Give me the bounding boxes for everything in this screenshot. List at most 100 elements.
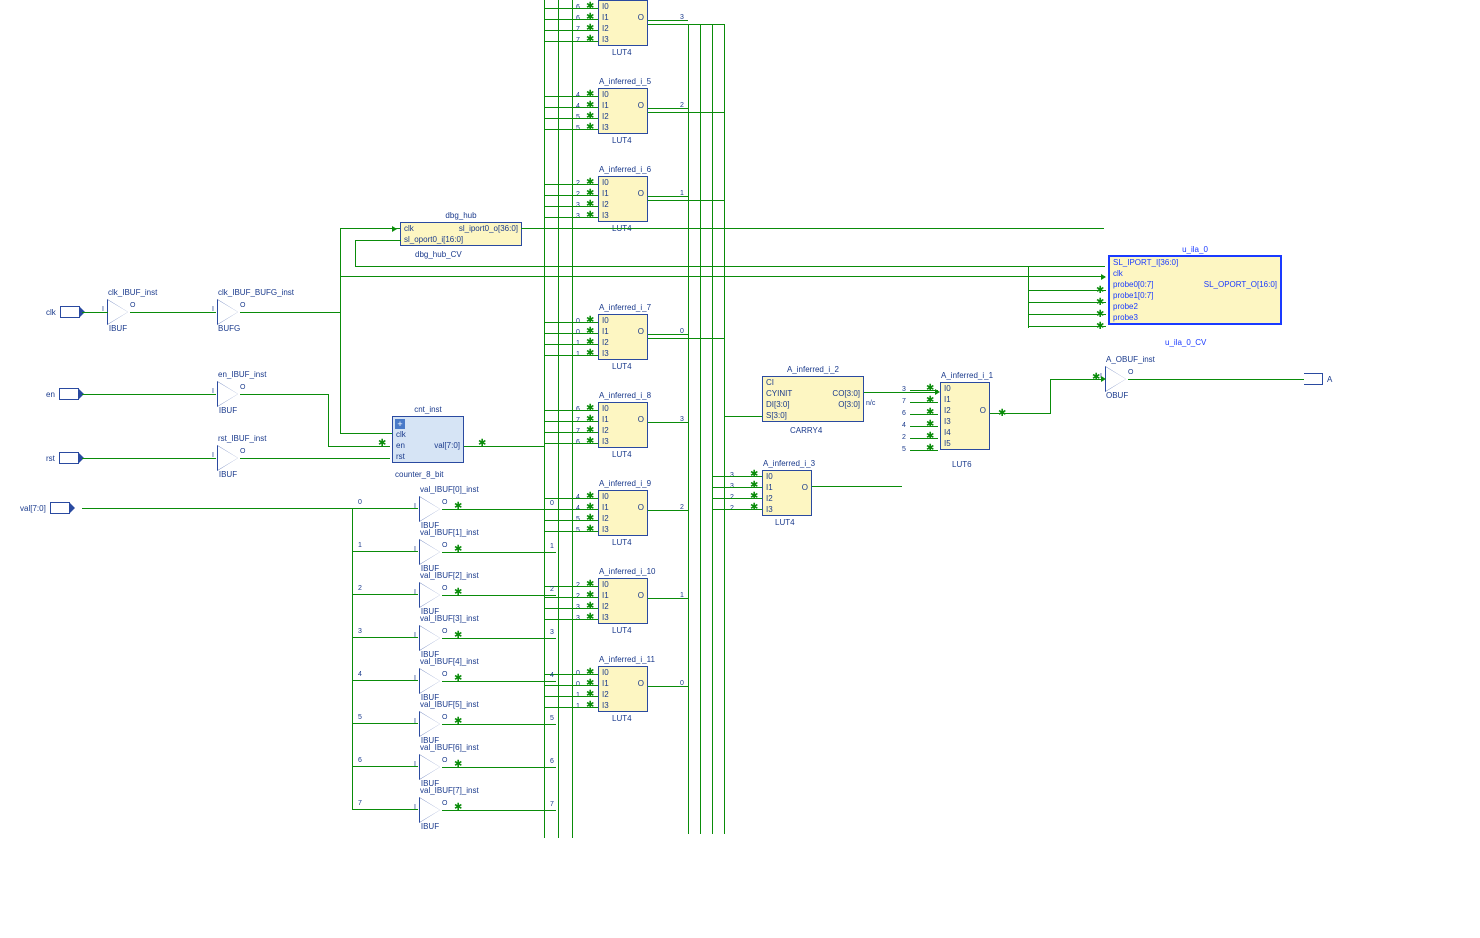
net: [648, 20, 688, 21]
debug-marker-icon: ✱: [478, 438, 486, 449]
net: [544, 531, 598, 532]
port-clk-label: clk: [46, 308, 56, 317]
cnt-inst[interactable]: cnt_inst + clk enval[7:0] rst: [392, 416, 464, 463]
a-inferred-i9[interactable]: A_inferred_i_9 I0 I1O I2 I3: [598, 490, 648, 536]
net: [352, 766, 418, 767]
lut-i0: I0: [602, 668, 609, 677]
net: [544, 355, 598, 356]
lut-title: A_inferred_i_9: [599, 479, 647, 488]
net: [340, 228, 341, 433]
net: [724, 416, 762, 417]
schematic-canvas[interactable]: clk en rst val[7:0] A clk_IBUF_inst I O …: [0, 0, 1480, 938]
net: [910, 438, 938, 439]
port-rst[interactable]: rst: [46, 452, 79, 464]
a-inferred-i11[interactable]: A_inferred_i_11 I0 I1O I2 I3: [598, 666, 648, 712]
val-ibuf4[interactable]: val_IBUF[4]_instIOIBUF: [420, 669, 440, 702]
net: [544, 8, 598, 9]
pin-o: O: [442, 671, 447, 678]
lut-title: A_inferred_i_7: [599, 303, 647, 312]
port-val[interactable]: val[7:0]: [20, 502, 70, 514]
lut-title: A_inferred_i_1: [941, 371, 989, 380]
debug-marker-icon: ✱: [750, 502, 758, 513]
debug-marker-icon: ✱: [586, 210, 594, 221]
cnt-en: en: [396, 441, 405, 450]
port-clk[interactable]: clk: [46, 306, 80, 318]
debug-marker-icon: ✱: [1096, 285, 1104, 296]
lut-i2: I2: [602, 200, 609, 209]
buf-type: IBUF: [218, 406, 238, 415]
val-ibuf1[interactable]: val_IBUF[1]_instIOIBUF: [420, 540, 440, 573]
idx-label: 0: [550, 500, 554, 507]
port-en[interactable]: en: [46, 388, 79, 400]
net: [712, 509, 762, 510]
lut-o: O: [980, 406, 986, 415]
a-inferred-i-2[interactable]: A_inferred_i_2 CI CYINITCO[3:0] DI[3:0]O…: [762, 376, 864, 422]
port-a[interactable]: A: [1304, 373, 1332, 385]
val-ibuf6[interactable]: val_IBUF[6]_instIOIBUF: [420, 755, 440, 788]
net: [544, 107, 598, 108]
net: [240, 458, 390, 459]
clk-bufg-inst[interactable]: clk_IBUF_BUFG_inst I O BUFG: [218, 300, 240, 333]
net: [1028, 266, 1029, 328]
idx-label: 1: [550, 543, 554, 550]
net: [130, 312, 216, 313]
a-inferred-i-1[interactable]: A_inferred_i_1 I0 I1 I2O I3 I4 I5: [940, 382, 990, 450]
lut-o: O: [638, 591, 644, 600]
rst-ibuf-inst[interactable]: rst_IBUF_inst I O IBUF: [218, 446, 238, 479]
clk-ibuf-inst[interactable]: clk_IBUF_inst I O IBUF: [108, 300, 128, 333]
hub-clk: clk: [404, 224, 414, 233]
pin-o: O: [442, 800, 447, 807]
buf-title: val_IBUF[0]_inst: [420, 485, 440, 494]
lut-i0: I0: [602, 492, 609, 501]
a-inferred-i6[interactable]: A_inferred_i_6 I0 I1O I2 I3: [598, 176, 648, 222]
debug-marker-icon: ✱: [1092, 372, 1100, 383]
val-ibuf5[interactable]: val_IBUF[5]_instIOIBUF: [420, 712, 440, 745]
val-ibuf0[interactable]: val_IBUF[0]_instIOIBUF: [420, 497, 440, 530]
a-inferred-i4[interactable]: A_inferred_i_4 I0 I1O I2 I3: [598, 0, 648, 46]
net: [352, 551, 418, 552]
a-inferred-i-3[interactable]: A_inferred_i_3 I0 I1O I2 I3: [762, 470, 812, 516]
a-inferred-i7[interactable]: A_inferred_i_7 I0 I1O I2 I3: [598, 314, 648, 360]
cnt-sub: counter_8_bit: [395, 470, 443, 479]
net: [544, 696, 598, 697]
pin-o: O: [442, 628, 447, 635]
debug-marker-icon: ✱: [926, 383, 934, 394]
debug-marker-icon: ✱: [750, 491, 758, 502]
idx-label: 3: [550, 629, 554, 636]
a-inferred-i10[interactable]: A_inferred_i_10 I0 I1O I2 I3: [598, 578, 648, 624]
lut-i2: I2: [602, 602, 609, 611]
pin-o: O: [442, 757, 447, 764]
net: [910, 402, 938, 403]
idx-label: 7: [358, 800, 362, 807]
val-ibuf3[interactable]: val_IBUF[3]_instIOIBUF: [420, 626, 440, 659]
val-ibuf7[interactable]: val_IBUF[7]_instIOIBUF: [420, 798, 440, 831]
debug-marker-icon: ✱: [586, 678, 594, 689]
net: [352, 637, 418, 638]
lut-label: LUT4: [612, 626, 632, 635]
val-ibuf2[interactable]: val_IBUF[2]_instIOIBUF: [420, 583, 440, 616]
en-ibuf-inst[interactable]: en_IBUF_inst I O IBUF: [218, 382, 238, 415]
lut-title: A_inferred_i_6: [599, 165, 647, 174]
net: [1050, 379, 1051, 414]
net: [544, 195, 598, 196]
net: [572, 0, 573, 838]
idx-label: 2: [902, 434, 906, 441]
net: [544, 432, 598, 433]
u-ila-0[interactable]: u_ila_0 SL_IPORT_I[36:0] clk probe0[0:7]…: [1108, 255, 1282, 325]
debug-marker-icon: ✱: [378, 438, 386, 449]
a-obuf-inst[interactable]: A_OBUF_inst I O OBUF: [1106, 367, 1128, 400]
lut-label: LUT4: [612, 538, 632, 547]
lut-i0: I0: [602, 90, 609, 99]
debug-marker-icon: ✱: [586, 1, 594, 12]
a-inferred-i5[interactable]: A_inferred_i_5 I0 I1O I2 I3: [598, 88, 648, 134]
net: [544, 597, 598, 598]
dbg-hub[interactable]: dbg_hub clksl_iport0_o[36:0] sl_oport0_i…: [400, 222, 522, 246]
a-inferred-i8[interactable]: A_inferred_i_8 I0 I1O I2 I3: [598, 402, 648, 448]
debug-marker-icon: ✱: [586, 601, 594, 612]
expand-icon[interactable]: +: [395, 419, 405, 429]
buf-type: IBUF: [218, 470, 238, 479]
pin-o: O: [1128, 369, 1133, 376]
debug-marker-icon: ✱: [586, 667, 594, 678]
debug-marker-icon: ✱: [586, 100, 594, 111]
idx-label: 7: [550, 801, 554, 808]
